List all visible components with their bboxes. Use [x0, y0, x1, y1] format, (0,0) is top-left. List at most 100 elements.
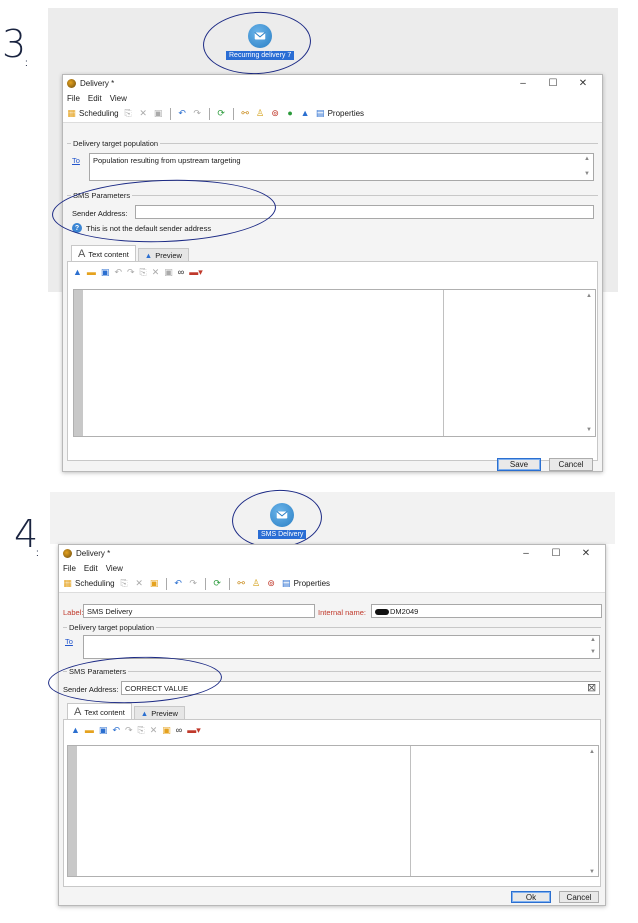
properties-button[interactable]: ▤ Properties	[281, 578, 330, 589]
target-population-field[interactable]	[83, 635, 600, 659]
close-icon[interactable]: ✕	[568, 78, 598, 89]
properties-label: Properties	[327, 109, 365, 118]
tab-preview-label: Preview	[151, 709, 178, 718]
paste-icon[interactable]: ▣	[149, 578, 160, 589]
to-link[interactable]: To	[65, 637, 73, 646]
tab-text-content[interactable]: A Text content	[71, 245, 136, 262]
internal-name-input[interactable]: DM2049	[371, 604, 602, 618]
toolbar-separator	[169, 107, 171, 120]
open-folder-icon[interactable]: ▬	[85, 725, 94, 736]
cancel-button[interactable]: Cancel	[549, 458, 593, 471]
menu-edit[interactable]: Edit	[84, 564, 98, 573]
menu-file[interactable]: File	[63, 564, 76, 573]
menu-edit[interactable]: Edit	[88, 94, 102, 103]
text-format-icon: A	[74, 706, 82, 718]
app-icon	[67, 78, 76, 88]
menu-view[interactable]: View	[106, 564, 123, 573]
person-icon[interactable]: ♙	[255, 108, 266, 119]
scheduling-label: Scheduling	[79, 109, 119, 118]
scroll-up-icon[interactable]: ▲	[590, 637, 596, 643]
text-editor[interactable]	[73, 289, 596, 437]
label-input[interactable]: SMS Delivery	[83, 604, 315, 618]
scheduling-button[interactable]: ▦ Scheduling	[62, 578, 114, 589]
refresh-icon[interactable]: ⟳	[212, 578, 223, 589]
menu-file[interactable]: File	[67, 94, 80, 103]
refresh-icon[interactable]: ⟳	[216, 108, 227, 119]
save-button[interactable]: Save	[497, 458, 541, 471]
minimize-icon[interactable]: –	[511, 548, 541, 559]
undo-icon[interactable]: ↶	[112, 725, 120, 736]
menu-bar: File Edit View	[59, 561, 605, 575]
save-icon[interactable]: ▣	[99, 725, 108, 736]
tab-preview[interactable]: ▲ Preview	[133, 706, 185, 720]
undo-icon[interactable]: ↶	[173, 578, 184, 589]
target-population-field[interactable]: Population resulting from upstream targe…	[89, 153, 594, 181]
text-editor[interactable]	[67, 745, 599, 877]
delivery-window-3: Delivery * – ☐ ✕ File Edit View ▦ Schedu…	[62, 74, 603, 472]
scroll-up-icon[interactable]: ▲	[584, 156, 590, 162]
find-icon[interactable]: ∞	[176, 725, 182, 736]
insert-dropdown-icon[interactable]: ▬▾	[187, 725, 201, 736]
paste-icon[interactable]: ▣	[162, 725, 171, 736]
copy-icon[interactable]: ⎘	[140, 267, 147, 278]
editor-scroll-up-icon[interactable]: ▲	[589, 749, 595, 755]
cut-icon[interactable]: ✕	[152, 267, 160, 278]
copy-icon[interactable]: ⎘	[138, 725, 145, 736]
minimize-icon[interactable]: –	[508, 78, 538, 89]
link-icon[interactable]: ⚯	[240, 108, 251, 119]
calendar-icon: ▦	[63, 578, 72, 588]
scroll-down-icon[interactable]: ▼	[584, 171, 590, 177]
maximize-icon[interactable]: ☐	[541, 548, 571, 559]
cut-icon[interactable]: ✕	[138, 108, 149, 119]
clear-icon[interactable]: ⊠	[587, 681, 596, 694]
personalize-icon[interactable]: ▲	[71, 725, 80, 736]
open-folder-icon[interactable]: ▬	[87, 267, 96, 278]
personalize-icon[interactable]: ▲	[73, 267, 82, 278]
paste-icon[interactable]: ▣	[164, 267, 173, 278]
step-colon: :	[36, 548, 39, 559]
sender-address-input[interactable]: CORRECT VALUE	[121, 681, 600, 695]
cut-icon[interactable]: ✕	[134, 578, 145, 589]
check-icon[interactable]: ⊚	[270, 108, 281, 119]
copy-icon[interactable]: ⎘	[119, 578, 130, 589]
toolbar-separator	[204, 577, 206, 590]
editor-scroll-up-icon[interactable]: ▲	[586, 293, 592, 299]
copy-icon[interactable]: ⎘	[123, 108, 134, 119]
paste-icon[interactable]: ▣	[153, 108, 164, 119]
scroll-down-icon[interactable]: ▼	[590, 649, 596, 655]
person-icon[interactable]: ♙	[251, 578, 262, 589]
link-icon[interactable]: ⚯	[236, 578, 247, 589]
clipboard-icon: ▤	[281, 578, 291, 588]
redo-icon[interactable]: ↷	[192, 108, 203, 119]
insert-dropdown-icon[interactable]: ▬▾	[189, 267, 203, 278]
maximize-icon[interactable]: ☐	[538, 78, 568, 89]
workflow-node-3[interactable]: Recurring delivery 7	[226, 24, 295, 60]
ok-button[interactable]: Ok	[511, 891, 551, 903]
cut-icon[interactable]: ✕	[150, 725, 158, 736]
redo-icon[interactable]: ↷	[125, 725, 133, 736]
preview-icon[interactable]: ▲	[300, 108, 311, 119]
redo-icon[interactable]: ↷	[188, 578, 199, 589]
check-icon[interactable]: ⊚	[266, 578, 277, 589]
find-icon[interactable]: ∞	[178, 267, 184, 278]
properties-button[interactable]: ▤ Properties	[315, 108, 364, 119]
sender-address-input[interactable]	[135, 205, 594, 219]
scheduling-button[interactable]: ▦ Scheduling	[66, 108, 119, 119]
redo-icon[interactable]: ↷	[127, 267, 135, 278]
undo-icon[interactable]: ↶	[114, 267, 122, 278]
menu-view[interactable]: View	[110, 94, 127, 103]
workflow-node-label: Recurring delivery 7	[226, 51, 295, 60]
editor-scroll-down-icon[interactable]: ▼	[586, 427, 592, 433]
to-link[interactable]: To	[72, 156, 80, 165]
cancel-button[interactable]: Cancel	[559, 891, 599, 903]
step-colon: :	[25, 58, 28, 69]
tab-text-content[interactable]: A Text content	[67, 703, 132, 720]
workflow-node-4[interactable]: SMS Delivery	[258, 503, 307, 539]
save-icon[interactable]: ▣	[101, 267, 110, 278]
close-icon[interactable]: ✕	[571, 548, 601, 559]
undo-icon[interactable]: ↶	[177, 108, 188, 119]
editor-gutter	[68, 746, 77, 876]
validate-icon[interactable]: ●	[285, 108, 296, 119]
tab-preview[interactable]: ▲ Preview	[137, 248, 189, 262]
editor-scroll-down-icon[interactable]: ▼	[589, 869, 595, 875]
